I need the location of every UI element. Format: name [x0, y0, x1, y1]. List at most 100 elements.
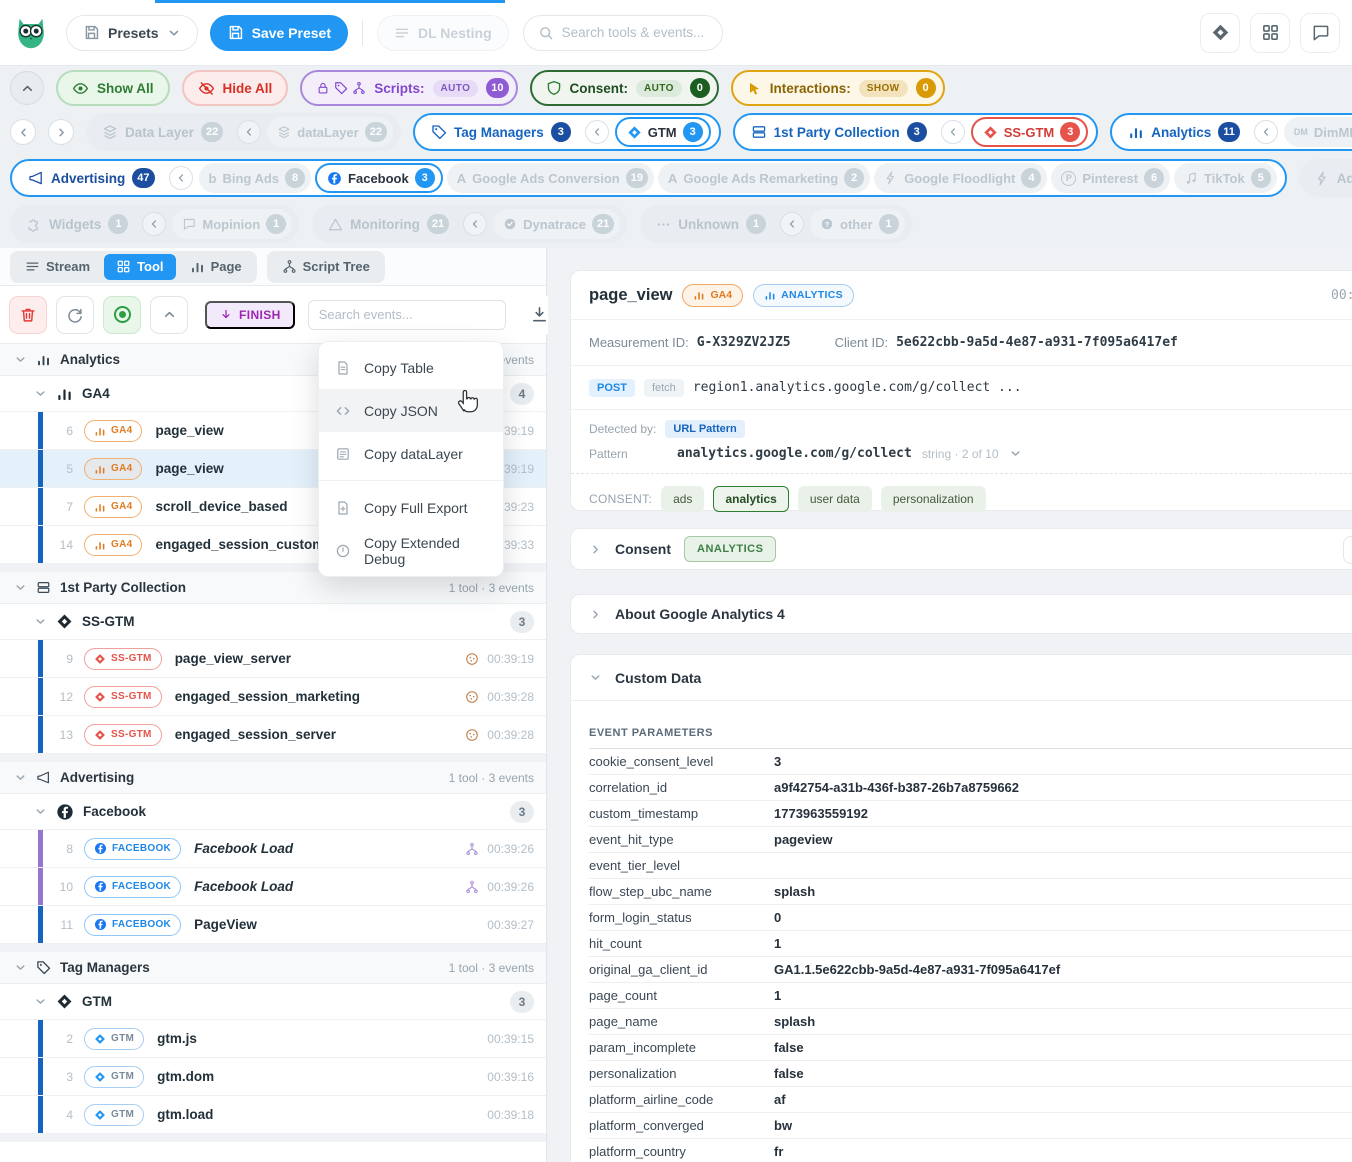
filter-other[interactable]: other1 [810, 209, 905, 239]
apps-grid-button[interactable] [1250, 13, 1290, 53]
group-collapse-icon[interactable] [780, 212, 804, 236]
filter-datalayer[interactable]: dataLayer22 [267, 117, 393, 147]
show-all-button[interactable]: Show All [56, 70, 170, 106]
http-method-badge: POST [589, 379, 635, 397]
event-row[interactable]: 2 GTM gtm.js 00:39:15 [0, 1020, 546, 1058]
group-collapse-icon[interactable] [585, 120, 609, 144]
filter-dimml[interactable]: DMDimML7 [1284, 117, 1352, 147]
about-section-card[interactable]: About Google Analytics 4 [570, 594, 1352, 634]
feedback-button[interactable] [1300, 13, 1340, 53]
custom-data-header[interactable]: Custom Data [571, 655, 1352, 701]
hide-all-button[interactable]: Hide All [182, 70, 289, 106]
ss-gtm-badge: SS-GTM [84, 724, 162, 746]
param-row: hit_count1 [589, 931, 1352, 957]
tool-row-gtm[interactable]: GTM 3 [0, 984, 546, 1020]
group-collapse-icon[interactable] [941, 120, 965, 144]
events-search-input[interactable] [308, 300, 506, 330]
filter-group-data-layer[interactable]: Data Layer22 dataLayer22 [86, 113, 401, 151]
filter-group-unknown[interactable]: Unknown1 other1 [640, 205, 912, 243]
tab-stream[interactable]: Stream [13, 254, 102, 280]
request-summary-card: page_view GA4 ANALYTICS 00:39:19 Measure… [570, 270, 1352, 511]
measurement-id-value: G-X329ZV2JZ5 [697, 335, 791, 350]
clear-events-button[interactable] [9, 296, 47, 334]
tab-tool[interactable]: Tool [104, 254, 175, 280]
cursor-icon [747, 81, 762, 96]
collapse-filters-button[interactable] [10, 71, 44, 105]
event-row[interactable]: 11 FACEBOOK PageView 00:39:27 [0, 906, 546, 944]
event-row[interactable]: 9 SS-GTM page_view_server 00:39:19 [0, 640, 546, 678]
scroll-left-button[interactable] [10, 119, 36, 145]
interactions-filter-button[interactable]: Interactions: SHOW 0 [731, 70, 945, 106]
event-name: page_view [155, 461, 223, 476]
filter-group-widgets[interactable]: Widgets1 Mopinion1 [10, 205, 300, 243]
consent-section-card[interactable]: Consent ANALYTICS [570, 528, 1352, 570]
filter-gtm[interactable]: GTM3 [615, 117, 711, 147]
group-collapse-icon[interactable] [1254, 120, 1278, 144]
finish-button[interactable]: FINISH [205, 301, 295, 329]
clipped-action-button[interactable] [1343, 536, 1352, 564]
tag-icon [334, 81, 348, 95]
filter-group-analytics[interactable]: Analytics11 DMDimML7 GA44 [1110, 113, 1352, 151]
filter-group-tag-managers[interactable]: Tag Managers3 GTM3 [413, 113, 721, 151]
filter-group-ad-tech[interactable]: Ad Tech1 ADADve [1299, 159, 1352, 197]
scripts-filter-button[interactable]: Scripts: AUTO 10 [300, 70, 517, 106]
menu-item-copy-extended-debug[interactable]: Copy Extended Debug [319, 529, 503, 572]
presets-button[interactable]: Presets [66, 15, 198, 51]
filter-google-ads-conversion[interactable]: AGoogle Ads Conversion19 [447, 163, 654, 193]
filter-mopinion[interactable]: Mopinion1 [172, 209, 292, 239]
record-button[interactable] [103, 296, 141, 334]
event-row[interactable]: 4 GTM gtm.load 00:39:18 [0, 1096, 546, 1134]
ga4-bars-icon [94, 463, 106, 475]
menu-item-copy-full-export[interactable]: Copy Full Export [319, 486, 503, 529]
filter-group-advertising[interactable]: Advertising47 bBing Ads8 Facebook3 AGoog… [10, 159, 1287, 197]
tool-row-facebook[interactable]: Facebook 3 [0, 794, 546, 830]
tab-script-tree[interactable]: Script Tree [270, 254, 382, 280]
filter-google-floodlight[interactable]: Google Floodlight4 [874, 163, 1047, 193]
gtm-count: 3 [683, 122, 703, 142]
group-header-advertising[interactable]: Advertising 1 tool · 3 events [0, 762, 546, 794]
tab-page[interactable]: Page [178, 254, 254, 280]
data-layer-label: Data Layer [125, 125, 194, 140]
gtm-panel-button[interactable] [1200, 13, 1240, 53]
group-collapse-icon[interactable] [169, 166, 193, 190]
refresh-button[interactable] [56, 296, 94, 334]
group-collapse-icon[interactable] [142, 212, 166, 236]
first-party-count: 3 [907, 122, 927, 142]
save-preset-button[interactable]: Save Preset [210, 15, 348, 51]
group-collapse-icon[interactable] [463, 212, 487, 236]
event-row[interactable]: 10 FACEBOOK Facebook Load 00:39:26 [0, 868, 546, 906]
event-row[interactable]: 13 SS-GTM engaged_session_server 00:39:2… [0, 716, 546, 754]
filter-group-monitoring[interactable]: Monitoring21 Dynatrace21 [312, 205, 628, 243]
group-meta: 1 tool · 3 events [449, 771, 534, 785]
group-header-tag-managers[interactable]: Tag Managers 1 tool · 3 events [0, 952, 546, 984]
collapse-all-button[interactable] [150, 296, 188, 334]
filter-ss-gtm[interactable]: SS-GTM3 [971, 117, 1089, 147]
event-row[interactable]: 8 FACEBOOK Facebook Load 00:39:26 [0, 830, 546, 868]
filter-pinterest[interactable]: PPinterest6 [1051, 163, 1170, 193]
menu-item-copy-table[interactable]: Copy Table [319, 346, 503, 389]
tool-row-ss-gtm[interactable]: SS-GTM 3 [0, 604, 546, 640]
event-parameters-heading: EVENT PARAMETERS [589, 727, 1352, 749]
filter-facebook[interactable]: Facebook3 [315, 163, 443, 193]
event-row[interactable]: 12 SS-GTM engaged_session_marketing 00:3… [0, 678, 546, 716]
tools-search-input[interactable] [562, 25, 708, 40]
tools-search[interactable] [523, 15, 723, 51]
ga4-bars-icon [94, 501, 106, 513]
bing-count: 8 [285, 168, 305, 188]
chevron-down-icon[interactable] [1009, 447, 1022, 460]
filter-bing-ads[interactable]: bBing Ads8 [199, 163, 312, 193]
filter-dynatrace[interactable]: Dynatrace21 [493, 209, 620, 239]
event-number: 9 [43, 652, 73, 666]
google-ads-icon: A [668, 171, 677, 186]
view-segment-control: Stream Tool Page [10, 251, 257, 283]
event-row[interactable]: 3 GTM gtm.dom 00:39:16 [0, 1058, 546, 1096]
menu-item-copy-datalayer[interactable]: Copy dataLayer [319, 432, 503, 475]
gtm-diamond-icon [627, 125, 642, 140]
filter-google-ads-remarketing[interactable]: AGoogle Ads Remarketing2 [658, 163, 870, 193]
filter-tiktok[interactable]: TikTok5 [1174, 163, 1277, 193]
consent-filter-button[interactable]: Consent: AUTO 0 [530, 70, 719, 106]
dl-nesting-button[interactable]: DL Nesting [377, 15, 509, 51]
group-collapse-icon[interactable] [237, 120, 261, 144]
filter-group-first-party[interactable]: 1st Party Collection3 SS-GTM3 [733, 113, 1099, 151]
scroll-right-button[interactable] [48, 119, 74, 145]
